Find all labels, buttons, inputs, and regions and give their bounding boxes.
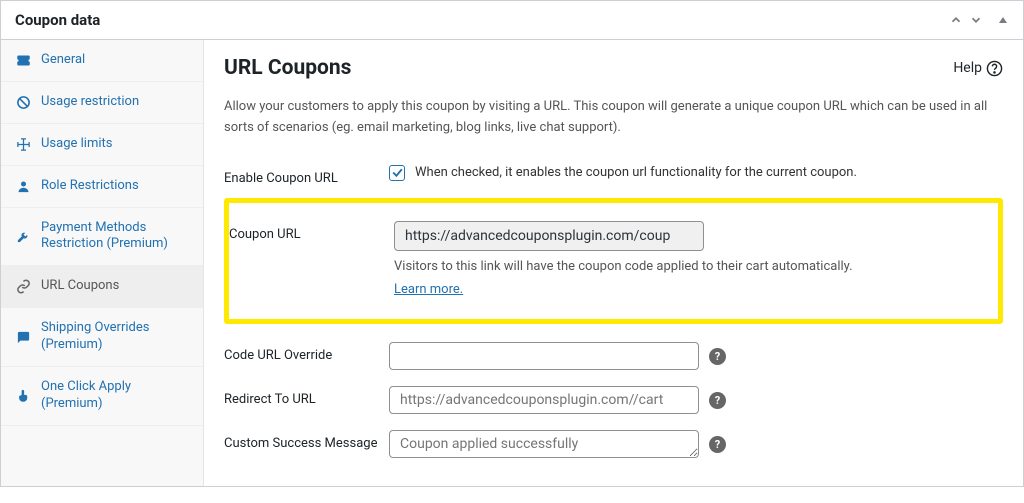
redirect-to-url-input[interactable] xyxy=(389,386,699,414)
sidebar-item-label: Shipping Overrides (Premium) xyxy=(41,320,189,354)
sidebar-item-shipping-overrides[interactable]: Shipping Overrides (Premium) xyxy=(1,308,203,367)
sidebar-item-label: Payment Methods Restriction (Premium) xyxy=(41,220,189,254)
panel-body: General Usage restriction Usage limits R… xyxy=(1,40,1023,486)
expand-icon xyxy=(15,137,31,152)
help-circle-icon xyxy=(986,60,1003,77)
sidebar-item-label: Role Restrictions xyxy=(41,178,139,195)
help-tooltip-icon[interactable]: ? xyxy=(709,348,726,365)
ban-icon xyxy=(15,95,31,110)
sidebar: General Usage restriction Usage limits R… xyxy=(1,40,204,486)
ticket-icon xyxy=(15,53,31,68)
move-down-icon[interactable] xyxy=(969,13,983,27)
learn-more-link[interactable]: Learn more. xyxy=(394,282,998,297)
sidebar-item-payment-methods[interactable]: Payment Methods Restriction (Premium) xyxy=(1,208,203,267)
panel-controls xyxy=(949,13,1009,27)
help-tooltip-icon[interactable]: ? xyxy=(709,436,726,453)
main-title: URL Coupons xyxy=(224,56,351,80)
message-icon xyxy=(15,330,31,345)
sidebar-item-label: Usage limits xyxy=(41,136,112,153)
label-coupon-url: Coupon URL xyxy=(229,221,394,242)
label-code-url-override: Code URL Override xyxy=(224,342,389,363)
coupon-url-desc: Visitors to this link will have the coup… xyxy=(394,257,998,277)
sidebar-item-label: One Click Apply (Premium) xyxy=(41,379,189,413)
sidebar-item-role-restrictions[interactable]: Role Restrictions xyxy=(1,166,203,208)
move-up-icon[interactable] xyxy=(949,13,963,27)
highlighted-coupon-url-row: Coupon URL https://advancedcouponsplugin… xyxy=(224,198,1003,325)
row-code-url-override: Code URL Override ? xyxy=(224,334,1003,378)
wrench-icon xyxy=(15,229,31,244)
collapse-toggle-icon[interactable] xyxy=(997,14,1009,26)
custom-success-message-input[interactable] xyxy=(389,430,699,458)
help-tooltip-icon[interactable]: ? xyxy=(709,392,726,409)
intro-text: Allow your customers to apply this coupo… xyxy=(224,96,1003,139)
enable-coupon-url-checkbox[interactable] xyxy=(389,165,405,181)
label-custom-success-message: Custom Success Message xyxy=(224,430,389,451)
sidebar-item-label: URL Coupons xyxy=(41,278,119,295)
row-redirect-to-url: Redirect To URL ? xyxy=(224,378,1003,422)
main-header: URL Coupons Help xyxy=(224,56,1003,80)
sidebar-item-label: Usage restriction xyxy=(41,94,139,111)
coupon-url-readonly[interactable]: https://advancedcouponsplugin.com/coup xyxy=(394,221,704,251)
user-icon xyxy=(15,179,31,194)
panel-title: Coupon data xyxy=(15,11,100,29)
panel-header: Coupon data xyxy=(1,1,1023,40)
help-link[interactable]: Help xyxy=(953,60,1003,77)
row-enable-coupon-url: Enable Coupon URL When checked, it enabl… xyxy=(224,157,1003,194)
enable-coupon-url-desc: When checked, it enables the coupon url … xyxy=(415,165,857,180)
row-custom-success-message: Custom Success Message ? xyxy=(224,422,1003,466)
help-label: Help xyxy=(953,60,982,76)
sidebar-item-general[interactable]: General xyxy=(1,40,203,82)
sidebar-item-url-coupons[interactable]: URL Coupons xyxy=(1,266,203,308)
coupon-data-panel: Coupon data General xyxy=(0,0,1024,487)
sidebar-item-one-click-apply[interactable]: One Click Apply (Premium) xyxy=(1,367,203,426)
sidebar-item-usage-limits[interactable]: Usage limits xyxy=(1,124,203,166)
hand-pointer-icon xyxy=(15,388,31,403)
main-content: URL Coupons Help Allow your customers to… xyxy=(204,40,1023,486)
label-enable-coupon-url: Enable Coupon URL xyxy=(224,165,389,186)
code-url-override-input[interactable] xyxy=(389,342,699,370)
label-redirect-to-url: Redirect To URL xyxy=(224,386,389,407)
sidebar-item-usage-restriction[interactable]: Usage restriction xyxy=(1,82,203,124)
sidebar-item-label: General xyxy=(41,52,85,69)
link-icon xyxy=(15,279,31,294)
